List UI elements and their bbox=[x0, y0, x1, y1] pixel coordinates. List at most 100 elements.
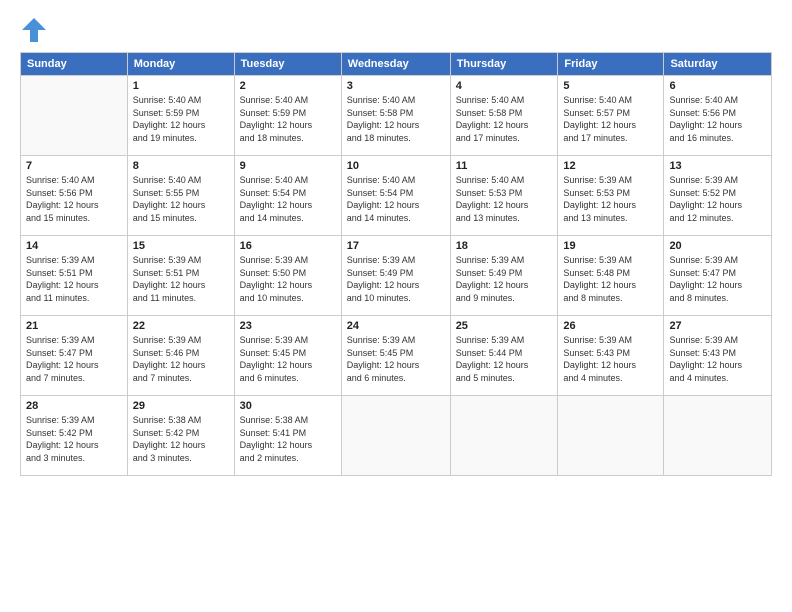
day-info: Sunrise: 5:40 AM Sunset: 5:58 PM Dayligh… bbox=[347, 94, 445, 144]
day-number: 25 bbox=[456, 320, 553, 332]
calendar-cell bbox=[664, 396, 772, 476]
day-info: Sunrise: 5:39 AM Sunset: 5:50 PM Dayligh… bbox=[240, 254, 336, 304]
day-info: Sunrise: 5:39 AM Sunset: 5:53 PM Dayligh… bbox=[563, 174, 658, 224]
day-info: Sunrise: 5:40 AM Sunset: 5:56 PM Dayligh… bbox=[669, 94, 766, 144]
calendar-week-row: 28 Sunrise: 5:39 AM Sunset: 5:42 PM Dayli… bbox=[21, 396, 772, 476]
day-info: Sunrise: 5:39 AM Sunset: 5:46 PM Dayligh… bbox=[133, 334, 229, 384]
day-info: Sunrise: 5:39 AM Sunset: 5:44 PM Dayligh… bbox=[456, 334, 553, 384]
calendar-cell: 4Sunrise: 5:40 AM Sunset: 5:58 PM Daylig… bbox=[450, 76, 558, 156]
day-info: Sunrise: 5:39 AM Sunset: 5:45 PM Dayligh… bbox=[347, 334, 445, 384]
calendar-cell: 21Sunrise: 5:39 AM Sunset: 5:47 PM Dayli… bbox=[21, 316, 128, 396]
day-number: 26 bbox=[563, 320, 658, 332]
calendar-cell bbox=[450, 396, 558, 476]
day-info: Sunrise: 5:39 AM Sunset: 5:48 PM Dayligh… bbox=[563, 254, 658, 304]
day-number: 9 bbox=[240, 160, 336, 172]
day-info: Sunrise: 5:39 AM Sunset: 5:47 PM Dayligh… bbox=[669, 254, 766, 304]
day-info: Sunrise: 5:39 AM Sunset: 5:42 PM Dayligh… bbox=[26, 414, 122, 464]
day-info: Sunrise: 5:40 AM Sunset: 5:54 PM Dayligh… bbox=[240, 174, 336, 224]
calendar-week-row: 21Sunrise: 5:39 AM Sunset: 5:47 PM Dayli… bbox=[21, 316, 772, 396]
day-info: Sunrise: 5:40 AM Sunset: 5:57 PM Dayligh… bbox=[563, 94, 658, 144]
calendar-cell: 12 Sunrise: 5:39 AM Sunset: 5:53 PM Dayli… bbox=[558, 156, 664, 236]
day-info: Sunrise: 5:39 AM Sunset: 5:49 PM Dayligh… bbox=[456, 254, 553, 304]
calendar-cell: 6Sunrise: 5:40 AM Sunset: 5:56 PM Daylig… bbox=[664, 76, 772, 156]
day-info: Sunrise: 5:38 AM Sunset: 5:42 PM Dayligh… bbox=[133, 414, 229, 464]
calendar-week-row: 14 Sunrise: 5:39 AM Sunset: 5:51 PM Dayli… bbox=[21, 236, 772, 316]
calendar-cell: 3 Sunrise: 5:40 AM Sunset: 5:58 PM Daylig… bbox=[341, 76, 450, 156]
day-number: 7 bbox=[26, 160, 122, 172]
calendar-cell: 14 Sunrise: 5:39 AM Sunset: 5:51 PM Dayli… bbox=[21, 236, 128, 316]
calendar-cell: 20 Sunrise: 5:39 AM Sunset: 5:47 PM Dayli… bbox=[664, 236, 772, 316]
day-number: 29 bbox=[133, 400, 229, 412]
calendar-header-sunday: Sunday bbox=[21, 53, 128, 76]
day-number: 8 bbox=[133, 160, 229, 172]
calendar-cell bbox=[21, 76, 128, 156]
calendar-cell: 25 Sunrise: 5:39 AM Sunset: 5:44 PM Dayli… bbox=[450, 316, 558, 396]
day-number: 11 bbox=[456, 160, 553, 172]
day-number: 22 bbox=[133, 320, 229, 332]
calendar-cell: 2Sunrise: 5:40 AM Sunset: 5:59 PM Daylig… bbox=[234, 76, 341, 156]
calendar-cell: 22 Sunrise: 5:39 AM Sunset: 5:46 PM Dayli… bbox=[127, 316, 234, 396]
day-number: 1 bbox=[133, 80, 229, 92]
calendar-cell: 15 Sunrise: 5:39 AM Sunset: 5:51 PM Dayli… bbox=[127, 236, 234, 316]
calendar-cell: 13Sunrise: 5:39 AM Sunset: 5:52 PM Dayli… bbox=[664, 156, 772, 236]
page: SundayMondayTuesdayWednesdayThursdayFrid… bbox=[0, 0, 792, 612]
calendar-cell: 26Sunrise: 5:39 AM Sunset: 5:43 PM Dayli… bbox=[558, 316, 664, 396]
day-number: 13 bbox=[669, 160, 766, 172]
day-info: Sunrise: 5:39 AM Sunset: 5:47 PM Dayligh… bbox=[26, 334, 122, 384]
calendar-cell: 5 Sunrise: 5:40 AM Sunset: 5:57 PM Daylig… bbox=[558, 76, 664, 156]
day-number: 23 bbox=[240, 320, 336, 332]
calendar-cell: 16 Sunrise: 5:39 AM Sunset: 5:50 PM Dayli… bbox=[234, 236, 341, 316]
calendar-cell: 24 Sunrise: 5:39 AM Sunset: 5:45 PM Dayli… bbox=[341, 316, 450, 396]
calendar-cell: 18 Sunrise: 5:39 AM Sunset: 5:49 PM Dayli… bbox=[450, 236, 558, 316]
calendar-header-row: SundayMondayTuesdayWednesdayThursdayFrid… bbox=[21, 53, 772, 76]
day-number: 17 bbox=[347, 240, 445, 252]
day-number: 3 bbox=[347, 80, 445, 92]
logo bbox=[20, 16, 52, 44]
calendar-cell: 28 Sunrise: 5:39 AM Sunset: 5:42 PM Dayli… bbox=[21, 396, 128, 476]
day-number: 20 bbox=[669, 240, 766, 252]
calendar-cell: 8 Sunrise: 5:40 AM Sunset: 5:55 PM Daylig… bbox=[127, 156, 234, 236]
calendar-header-saturday: Saturday bbox=[664, 53, 772, 76]
day-number: 5 bbox=[563, 80, 658, 92]
day-number: 12 bbox=[563, 160, 658, 172]
day-info: Sunrise: 5:40 AM Sunset: 5:55 PM Dayligh… bbox=[133, 174, 229, 224]
day-number: 18 bbox=[456, 240, 553, 252]
day-info: Sunrise: 5:39 AM Sunset: 5:51 PM Dayligh… bbox=[133, 254, 229, 304]
calendar-cell: 27 Sunrise: 5:39 AM Sunset: 5:43 PM Dayli… bbox=[664, 316, 772, 396]
day-info: Sunrise: 5:39 AM Sunset: 5:43 PM Dayligh… bbox=[669, 334, 766, 384]
calendar-header-wednesday: Wednesday bbox=[341, 53, 450, 76]
calendar-cell bbox=[558, 396, 664, 476]
day-info: Sunrise: 5:40 AM Sunset: 5:58 PM Dayligh… bbox=[456, 94, 553, 144]
calendar-cell: 7 Sunrise: 5:40 AM Sunset: 5:56 PM Daylig… bbox=[21, 156, 128, 236]
day-number: 19 bbox=[563, 240, 658, 252]
day-info: Sunrise: 5:39 AM Sunset: 5:45 PM Dayligh… bbox=[240, 334, 336, 384]
calendar-cell: 17 Sunrise: 5:39 AM Sunset: 5:49 PM Dayli… bbox=[341, 236, 450, 316]
day-info: Sunrise: 5:40 AM Sunset: 5:54 PM Dayligh… bbox=[347, 174, 445, 224]
calendar-cell: 10 Sunrise: 5:40 AM Sunset: 5:54 PM Dayli… bbox=[341, 156, 450, 236]
calendar-cell: 1 Sunrise: 5:40 AM Sunset: 5:59 PM Daylig… bbox=[127, 76, 234, 156]
day-number: 16 bbox=[240, 240, 336, 252]
day-info: Sunrise: 5:39 AM Sunset: 5:49 PM Dayligh… bbox=[347, 254, 445, 304]
day-info: Sunrise: 5:40 AM Sunset: 5:56 PM Dayligh… bbox=[26, 174, 122, 224]
calendar-cell: 30 Sunrise: 5:38 AM Sunset: 5:41 PM Dayli… bbox=[234, 396, 341, 476]
day-number: 10 bbox=[347, 160, 445, 172]
day-number: 15 bbox=[133, 240, 229, 252]
calendar-cell: 9 Sunrise: 5:40 AM Sunset: 5:54 PM Daylig… bbox=[234, 156, 341, 236]
calendar: SundayMondayTuesdayWednesdayThursdayFrid… bbox=[20, 52, 772, 476]
day-info: Sunrise: 5:39 AM Sunset: 5:51 PM Dayligh… bbox=[26, 254, 122, 304]
day-info: Sunrise: 5:40 AM Sunset: 5:59 PM Dayligh… bbox=[240, 94, 336, 144]
day-number: 30 bbox=[240, 400, 336, 412]
calendar-cell: 19 Sunrise: 5:39 AM Sunset: 5:48 PM Dayli… bbox=[558, 236, 664, 316]
day-number: 27 bbox=[669, 320, 766, 332]
header bbox=[20, 16, 772, 44]
day-info: Sunrise: 5:40 AM Sunset: 5:53 PM Dayligh… bbox=[456, 174, 553, 224]
day-info: Sunrise: 5:38 AM Sunset: 5:41 PM Dayligh… bbox=[240, 414, 336, 464]
day-info: Sunrise: 5:40 AM Sunset: 5:59 PM Dayligh… bbox=[133, 94, 229, 144]
day-number: 28 bbox=[26, 400, 122, 412]
calendar-cell: 23 Sunrise: 5:39 AM Sunset: 5:45 PM Dayli… bbox=[234, 316, 341, 396]
logo-icon bbox=[20, 16, 48, 44]
day-number: 24 bbox=[347, 320, 445, 332]
calendar-cell: 29 Sunrise: 5:38 AM Sunset: 5:42 PM Dayli… bbox=[127, 396, 234, 476]
calendar-header-friday: Friday bbox=[558, 53, 664, 76]
day-number: 14 bbox=[26, 240, 122, 252]
